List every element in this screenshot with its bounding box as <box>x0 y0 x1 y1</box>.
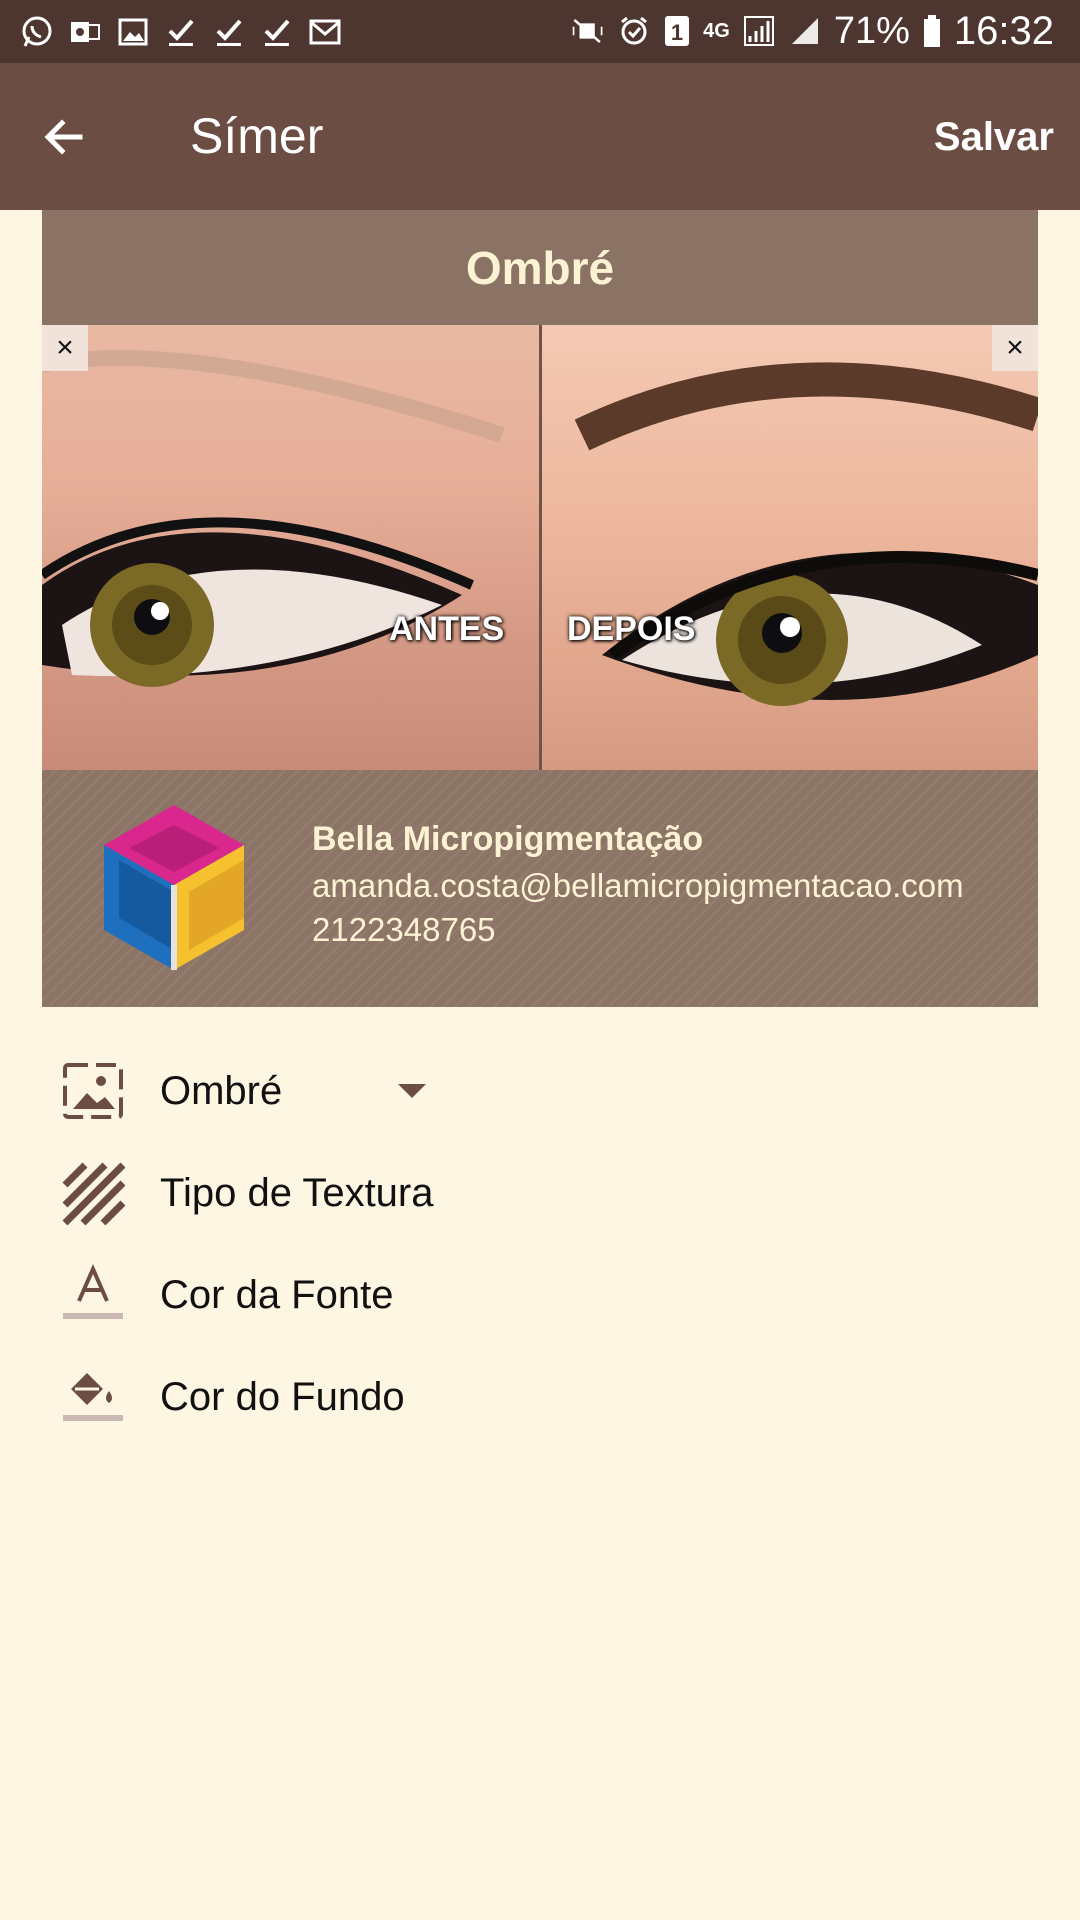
eye-image-before <box>42 350 505 687</box>
page-title: Símer <box>190 108 324 164</box>
check-icon <box>164 15 198 49</box>
after-label: DEPOIS <box>567 610 696 648</box>
back-button[interactable] <box>32 105 96 169</box>
after-photo[interactable] <box>542 325 1038 770</box>
style-selector[interactable]: Ombré <box>0 1046 1080 1136</box>
clock: 16:32 <box>953 8 1054 53</box>
style-selector-label: Ombré <box>160 1068 283 1113</box>
battery-icon <box>922 14 942 48</box>
texture-icon <box>60 1160 126 1226</box>
before-label: ANTES <box>389 610 505 648</box>
check-icon <box>260 15 294 49</box>
battery-percent: 71% <box>833 9 910 52</box>
network-type: 4G <box>703 20 730 42</box>
font-color-icon <box>60 1262 126 1328</box>
status-bar: 1 4G 71% 16:32 <box>0 0 1080 63</box>
app-bar: Símer Salvar <box>0 63 1080 210</box>
before-photo[interactable] <box>42 325 540 770</box>
chevron-down-icon <box>398 1084 426 1098</box>
business-email: amanda.costa@bellamicropigmentacao.com <box>312 867 964 904</box>
remove-before-photo-button[interactable]: × <box>42 325 88 371</box>
mute-icon <box>571 14 605 48</box>
sim-icon: 1 <box>663 14 691 48</box>
notification-icons <box>20 12 342 52</box>
outlook-icon <box>68 15 102 49</box>
background-color-label: Cor do Fundo <box>160 1374 405 1419</box>
close-icon: × <box>1006 331 1024 364</box>
business-name: Bella Micropigmentação <box>312 820 704 858</box>
save-button[interactable]: Salvar <box>934 115 1054 160</box>
gmail-icon <box>308 15 342 49</box>
network-icon <box>742 14 776 48</box>
business-logo[interactable] <box>94 800 254 975</box>
card-title: Ombré <box>465 241 615 294</box>
gallery-icon <box>116 15 150 49</box>
sim-badge: 1 <box>671 20 683 45</box>
arrow-left-icon <box>44 119 83 155</box>
background-color-option[interactable]: Cor do Fundo <box>0 1352 1080 1442</box>
system-indicators: 1 4G 71% 16:32 <box>571 8 1054 54</box>
font-color-label: Cor da Fonte <box>160 1272 394 1317</box>
card-title-bar: Ombré <box>42 210 1038 325</box>
texture-type-label: Tipo de Textura <box>160 1170 434 1215</box>
business-phone: 2122348765 <box>312 911 496 948</box>
image-frame-icon <box>60 1058 126 1124</box>
alarm-icon <box>617 14 651 48</box>
check-icon <box>212 15 246 49</box>
business-info: Bella Micropigmentação amanda.costa@bell… <box>312 820 964 949</box>
business-info-panel: Bella Micropigmentação amanda.costa@bell… <box>42 770 1038 1007</box>
texture-type-option[interactable]: Tipo de Textura <box>0 1148 1080 1238</box>
card-preview: Ombré ANTES DEPOIS × × Bella Micropigmen… <box>42 210 1038 1007</box>
whatsapp-icon <box>20 15 54 49</box>
paint-bucket-icon <box>60 1364 126 1430</box>
eye-image-after <box>574 362 1038 706</box>
font-color-option[interactable]: Cor da Fonte <box>0 1250 1080 1340</box>
signal-icon <box>788 14 822 48</box>
close-icon: × <box>56 331 74 364</box>
remove-after-photo-button[interactable]: × <box>992 325 1038 371</box>
